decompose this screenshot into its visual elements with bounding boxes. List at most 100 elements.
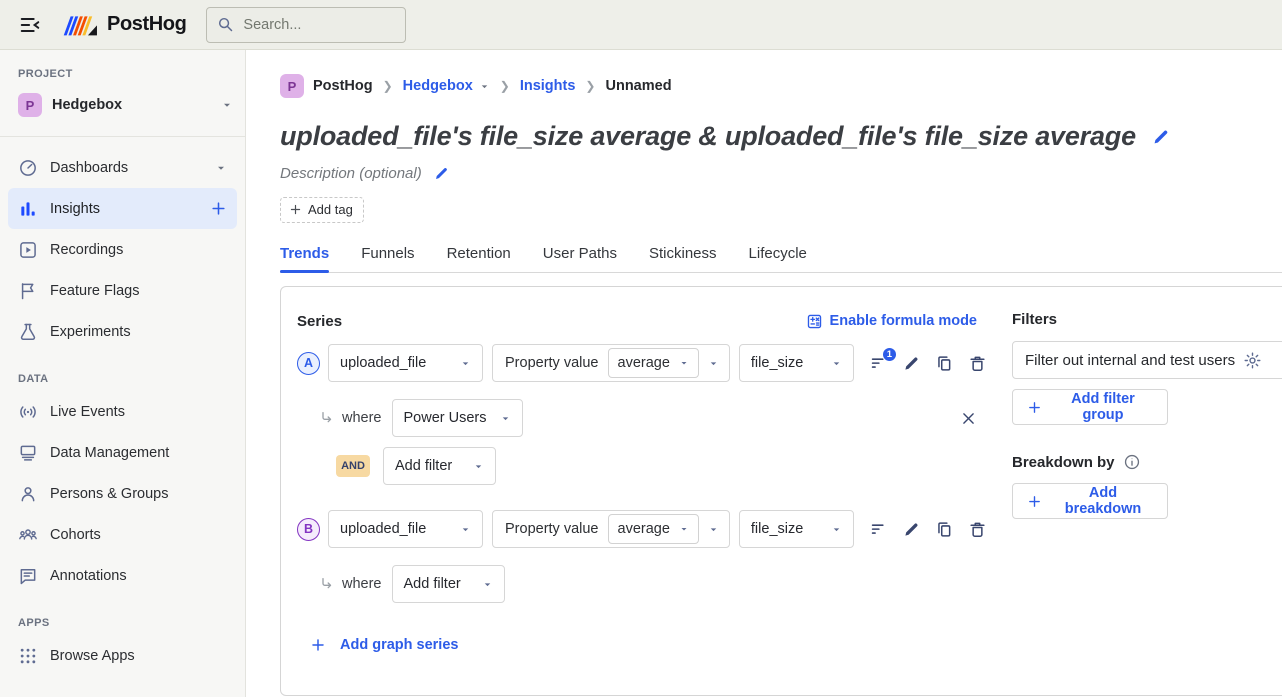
sidebar-item-label: Cohorts [50, 527, 101, 543]
insight-type-tabs: Trends Funnels Retention User Paths Stic… [280, 240, 1282, 273]
edit-description-pencil-icon[interactable] [433, 165, 450, 182]
sidebar-item-label: Dashboards [50, 160, 128, 176]
property-select-b[interactable]: file_size [739, 510, 854, 548]
plus-icon [1027, 494, 1042, 509]
edit-pencil-icon[interactable] [902, 520, 921, 539]
event-select-value: uploaded_file [340, 355, 426, 371]
chevron-down-icon [473, 461, 484, 472]
recordings-icon [18, 240, 38, 260]
project-avatar: P [18, 93, 42, 117]
add-graph-series-label: Add graph series [340, 637, 458, 653]
event-select-b[interactable]: uploaded_file [328, 510, 483, 548]
sidebar-item-label: Recordings [50, 242, 123, 258]
gear-icon[interactable] [1243, 351, 1262, 370]
tab-stickiness[interactable]: Stickiness [649, 240, 717, 272]
posthog-logo[interactable]: PostHog [62, 11, 186, 39]
breadcrumb-org[interactable]: P PostHog [280, 74, 373, 98]
cohort-filter-value: Power Users [404, 410, 487, 426]
close-x-icon[interactable] [960, 410, 977, 427]
edit-title-pencil-icon[interactable] [1151, 127, 1171, 147]
sidebar-item-data-management[interactable]: Data Management [8, 432, 237, 473]
sidebar-divider [0, 136, 245, 137]
where-label: where [342, 410, 382, 426]
collapse-sidebar-icon [19, 14, 41, 36]
search-input[interactable] [243, 17, 393, 33]
browse-apps-icon [18, 646, 38, 666]
filter-funnel-icon[interactable]: 1 [869, 354, 888, 373]
cohort-filter-select-a[interactable]: Power Users [392, 399, 523, 437]
sidebar-item-label: Persons & Groups [50, 486, 168, 502]
search-icon [217, 16, 234, 33]
chevron-down-icon [679, 358, 689, 368]
collapse-sidebar-button[interactable] [16, 11, 44, 39]
sidebar-item-live-events[interactable]: Live Events [8, 391, 237, 432]
sidebar-item-experiments[interactable]: Experiments [8, 311, 237, 352]
persons-icon [18, 484, 38, 504]
chevron-down-icon[interactable] [479, 81, 490, 92]
dashboards-icon [18, 158, 38, 178]
tab-funnels[interactable]: Funnels [361, 240, 414, 272]
math-function-select-b[interactable]: average [608, 514, 699, 544]
project-switcher[interactable]: P Hedgebox [8, 86, 237, 124]
chevron-down-icon [831, 524, 842, 535]
math-function-select-a[interactable]: average [608, 348, 699, 378]
sidebar-item-feature-flags[interactable]: Feature Flags [8, 270, 237, 311]
add-filter-group-button[interactable]: Add filter group [1012, 389, 1168, 425]
plus-icon [289, 203, 302, 216]
plus-icon [310, 637, 326, 653]
search-box[interactable] [206, 7, 406, 43]
add-tag-button[interactable]: Add tag [280, 197, 364, 223]
chevron-down-icon [500, 413, 511, 424]
posthog-logo-mark-icon [62, 11, 100, 39]
sidebar-item-label: Feature Flags [50, 283, 139, 299]
tab-retention[interactable]: Retention [447, 240, 511, 272]
breadcrumb-insights-label: Insights [520, 78, 576, 94]
event-select-a[interactable]: uploaded_file [328, 344, 483, 382]
test-account-filter-label: Filter out internal and test users [1025, 352, 1235, 369]
breadcrumb-insights[interactable]: Insights [520, 78, 576, 94]
chevron-down-icon [679, 524, 689, 534]
corner-down-right-icon [319, 410, 335, 426]
math-select-a[interactable]: Property value average [492, 344, 730, 382]
chevron-down-icon[interactable] [215, 162, 227, 174]
test-account-filter-toggle[interactable]: Filter out internal and test users [1012, 341, 1282, 379]
math-function-value: average [618, 355, 670, 371]
breadcrumb-separator: ❯ [500, 79, 510, 93]
trash-icon[interactable] [968, 354, 987, 373]
tab-trends[interactable]: Trends [280, 240, 329, 272]
experiments-flask-icon [18, 322, 38, 342]
sidebar-item-browse-apps[interactable]: Browse Apps [8, 635, 237, 676]
sidebar-item-annotations[interactable]: Annotations [8, 555, 237, 596]
add-breakdown-button[interactable]: Add breakdown [1012, 483, 1168, 519]
sidebar-item-cohorts[interactable]: Cohorts [8, 514, 237, 555]
tab-lifecycle[interactable]: Lifecycle [749, 240, 807, 272]
add-filter-select-b[interactable]: Add filter [392, 565, 505, 603]
add-filter-select-a[interactable]: Add filter [383, 447, 496, 485]
copy-icon[interactable] [935, 354, 954, 373]
filter-funnel-icon[interactable] [869, 520, 888, 539]
copy-icon[interactable] [935, 520, 954, 539]
sidebar-item-recordings[interactable]: Recordings [8, 229, 237, 270]
series-b-badge: B [297, 518, 320, 541]
chevron-down-icon[interactable] [221, 99, 233, 111]
sidebar-item-persons-groups[interactable]: Persons & Groups [8, 473, 237, 514]
add-graph-series-button[interactable]: Add graph series [310, 637, 1282, 653]
trash-icon[interactable] [968, 520, 987, 539]
breadcrumb-org-label: PostHog [313, 78, 373, 94]
main-content: P PostHog ❯ Hedgebox ❯ Insights ❯ Unname… [246, 50, 1282, 697]
edit-pencil-icon[interactable] [902, 354, 921, 373]
sidebar-item-insights[interactable]: Insights [8, 188, 237, 229]
apps-section-label: APPS [18, 617, 227, 629]
tab-user-paths[interactable]: User Paths [543, 240, 617, 272]
chevron-down-icon [708, 358, 719, 369]
new-insight-plus-icon[interactable] [210, 200, 227, 217]
breadcrumb: P PostHog ❯ Hedgebox ❯ Insights ❯ Unname… [280, 74, 1282, 98]
property-select-a[interactable]: file_size [739, 344, 854, 382]
math-select-b[interactable]: Property value average [492, 510, 730, 548]
sidebar-item-label: Live Events [50, 404, 125, 420]
breadcrumb-project[interactable]: Hedgebox [403, 78, 490, 94]
formula-calculator-icon [806, 313, 823, 330]
sidebar-item-label: Insights [50, 201, 100, 217]
sidebar-item-dashboards[interactable]: Dashboards [8, 147, 237, 188]
enable-formula-mode-link[interactable]: Enable formula mode [806, 313, 977, 330]
